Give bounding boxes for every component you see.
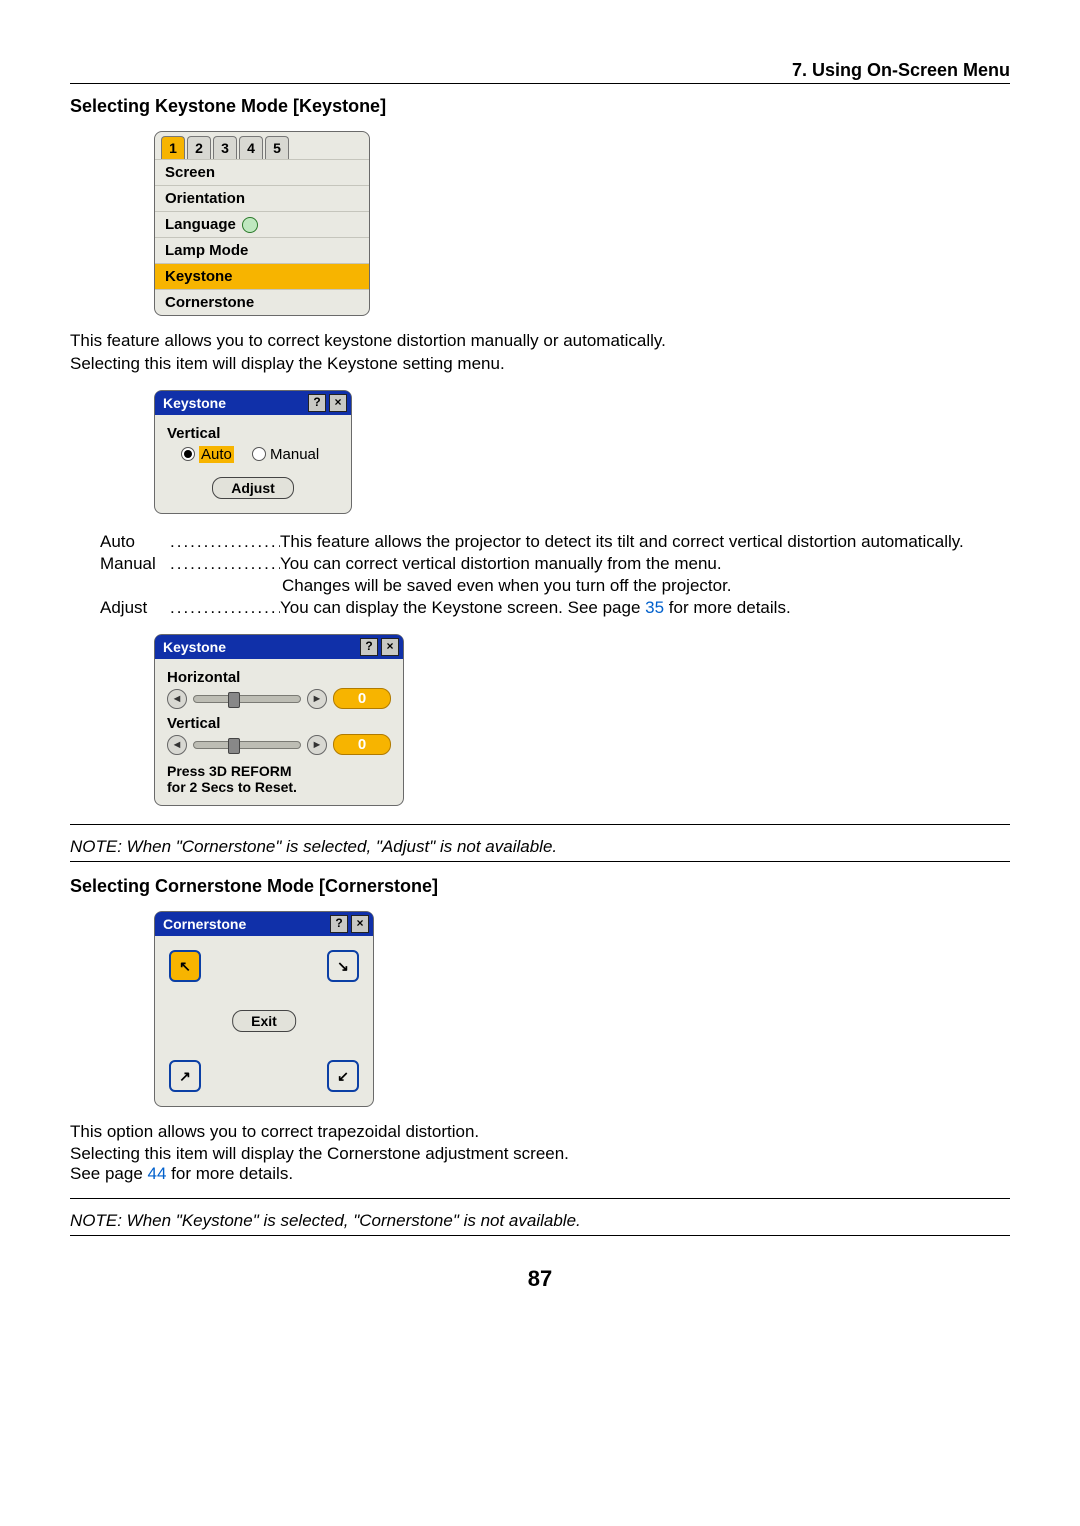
page-link-35[interactable]: 35 [645, 598, 664, 617]
def-term-auto: Auto [100, 532, 170, 552]
close-icon[interactable]: × [351, 915, 369, 933]
arrow-right-icon[interactable]: ► [307, 735, 327, 755]
osd-cornerstone-dialog: Cornerstone ? × ↖ ↘ ↗ ↙ Exit [154, 911, 374, 1107]
reset-hint-line1: Press 3D REFORM [167, 763, 391, 779]
menu-item-keystone[interactable]: Keystone [155, 263, 369, 289]
divider [70, 861, 1010, 862]
dialog-title: Keystone [163, 639, 226, 655]
help-icon[interactable]: ? [360, 638, 378, 656]
menu-item-language[interactable]: Language [155, 211, 369, 237]
menu-item-cornerstone[interactable]: Cornerstone [155, 289, 369, 315]
menu-item-screen[interactable]: Screen [155, 159, 369, 185]
def-adjust-pre: You can display the Keystone screen. See… [280, 598, 645, 617]
keystone-intro-text: This feature allows you to correct keyst… [70, 330, 1010, 376]
cornerstone-para3: See page 44 for more details. [70, 1164, 1010, 1184]
globe-icon [242, 217, 258, 233]
leader-dots: .................... [170, 598, 280, 618]
osd-keystone-adjust-dialog: Keystone ? × Horizontal ◄ ► 0 Vertical ◄… [154, 634, 404, 806]
vertical-value: 0 [333, 734, 391, 755]
definition-list: Auto ...................... This feature… [100, 532, 1010, 618]
radio-auto[interactable]: Auto [181, 446, 234, 463]
slider-thumb[interactable] [228, 692, 240, 708]
menu-item-language-label: Language [165, 216, 236, 233]
section-heading-keystone: Selecting Keystone Mode [Keystone] [70, 96, 1010, 117]
vertical-slider[interactable]: ◄ ► 0 [167, 734, 391, 755]
radio-dot-icon [181, 447, 195, 461]
divider [70, 1198, 1010, 1199]
leader-dots: ...................... [170, 532, 280, 552]
page-link-44[interactable]: 44 [148, 1164, 167, 1183]
divider [70, 83, 1010, 84]
osd-tab-5[interactable]: 5 [265, 136, 289, 159]
dialog-title: Cornerstone [163, 916, 246, 932]
arrow-down-right-icon: ↙ [337, 1068, 349, 1085]
radio-dot-icon [252, 447, 266, 461]
osd-tab-1[interactable]: 1 [161, 136, 185, 159]
note-keystone-cornerstone: NOTE: When "Keystone" is selected, "Corn… [70, 1211, 1010, 1231]
leader-dots: ................. [170, 554, 280, 574]
para3-post: for more details. [166, 1164, 293, 1183]
arrow-up-right-icon: ↘ [337, 958, 349, 975]
osd-tab-2[interactable]: 2 [187, 136, 211, 159]
def-term-adjust: Adjust [100, 598, 170, 618]
dialog-title: Keystone [163, 395, 226, 411]
osd-tab-4[interactable]: 4 [239, 136, 263, 159]
divider [70, 1235, 1010, 1236]
def-term-manual: Manual [100, 554, 170, 574]
close-icon[interactable]: × [329, 394, 347, 412]
radio-auto-label: Auto [199, 446, 234, 463]
page-number: 87 [70, 1266, 1010, 1292]
horizontal-label: Horizontal [167, 669, 391, 686]
osd-keystone-mode-dialog: Keystone ? × Vertical Auto Manual Adjust [154, 390, 352, 515]
reset-hint-line2: for 2 Secs to Reset. [167, 779, 391, 795]
help-icon[interactable]: ? [330, 915, 348, 933]
radio-manual-label: Manual [270, 446, 319, 463]
close-icon[interactable]: × [381, 638, 399, 656]
arrow-down-left-icon: ↗ [179, 1068, 191, 1085]
osd-tab-3[interactable]: 3 [213, 136, 237, 159]
note-cornerstone-adjust: NOTE: When "Cornerstone" is selected, "A… [70, 837, 1010, 857]
vertical-label: Vertical [167, 715, 391, 732]
osd-tabs: 1 2 3 4 5 [155, 132, 369, 159]
horizontal-value: 0 [333, 688, 391, 709]
exit-button[interactable]: Exit [232, 1010, 296, 1032]
cornerstone-grid: ↖ ↘ ↗ ↙ Exit [165, 946, 363, 1096]
arrow-left-icon[interactable]: ◄ [167, 735, 187, 755]
horizontal-slider[interactable]: ◄ ► 0 [167, 688, 391, 709]
arrow-right-icon[interactable]: ► [307, 689, 327, 709]
vertical-group-label: Vertical [167, 425, 339, 442]
arrow-left-icon[interactable]: ◄ [167, 689, 187, 709]
section-heading-cornerstone: Selecting Cornerstone Mode [Cornerstone] [70, 876, 1010, 897]
help-icon[interactable]: ? [308, 394, 326, 412]
chapter-title: 7. Using On-Screen Menu [70, 60, 1010, 81]
def-adjust-post: for more details. [664, 598, 791, 617]
corner-bottom-right[interactable]: ↙ [327, 1060, 359, 1092]
def-manual: You can correct vertical distortion manu… [280, 554, 1010, 574]
menu-item-orientation[interactable]: Orientation [155, 185, 369, 211]
def-adjust: You can display the Keystone screen. See… [280, 598, 1010, 618]
osd-setup-menu: 1 2 3 4 5 Screen Orientation Language La… [154, 131, 370, 316]
slider-track[interactable] [193, 741, 301, 749]
slider-track[interactable] [193, 695, 301, 703]
def-manual-extra: Changes will be saved even when you turn… [282, 576, 1010, 596]
def-auto: This feature allows the projector to det… [280, 532, 1010, 552]
corner-top-right[interactable]: ↘ [327, 950, 359, 982]
corner-top-left[interactable]: ↖ [169, 950, 201, 982]
cornerstone-para2: Selecting this item will display the Cor… [70, 1144, 1010, 1164]
cornerstone-para1: This option allows you to correct trapez… [70, 1121, 1010, 1144]
corner-bottom-left[interactable]: ↗ [169, 1060, 201, 1092]
para3-pre: See page [70, 1164, 148, 1183]
radio-manual[interactable]: Manual [252, 446, 319, 463]
arrow-up-left-icon: ↖ [179, 958, 191, 975]
menu-item-lamp-mode[interactable]: Lamp Mode [155, 237, 369, 263]
adjust-button[interactable]: Adjust [212, 477, 294, 499]
slider-thumb[interactable] [228, 738, 240, 754]
divider [70, 824, 1010, 825]
